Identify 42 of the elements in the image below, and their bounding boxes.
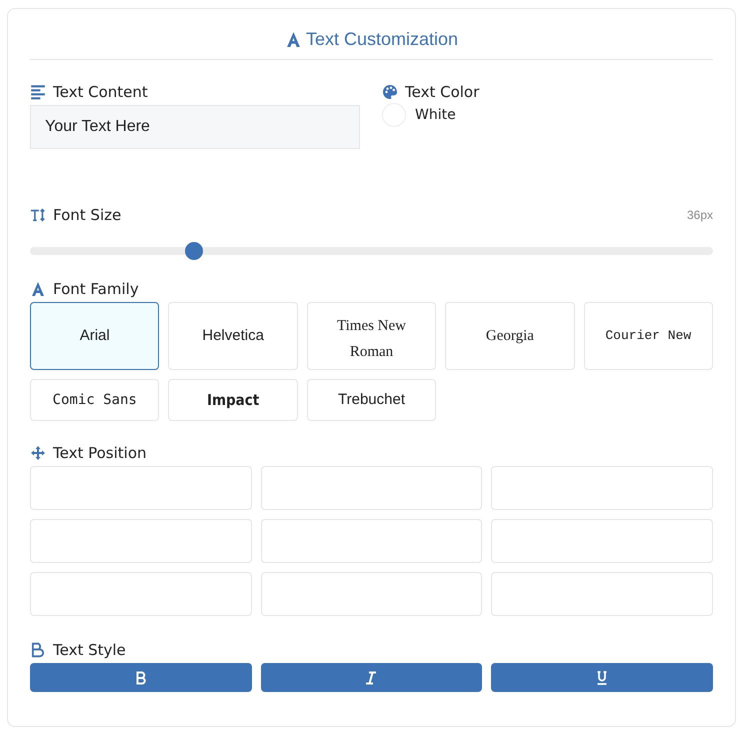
field-label: Text Color — [405, 83, 480, 101]
font-option[interactable]: Courier New — [584, 302, 713, 370]
style-button[interactable] — [491, 663, 713, 692]
palette-icon — [382, 84, 398, 100]
italic-icon — [365, 670, 378, 684]
size-reading: 36px — [686, 208, 713, 222]
field-label: Font Family — [53, 280, 139, 298]
font-option[interactable]: Impact — [168, 379, 298, 421]
panel-title: Text Customization — [306, 29, 458, 50]
font-option[interactable]: Helvetica — [168, 302, 298, 370]
slider-thumb[interactable] — [184, 242, 203, 260]
position-cell[interactable] — [30, 572, 252, 616]
style-button[interactable] — [30, 663, 252, 692]
field-label: Font Size — [53, 206, 122, 224]
font-option[interactable]: Trebuchet — [306, 379, 436, 421]
position-cell[interactable] — [260, 519, 482, 563]
position-cell[interactable] — [30, 466, 252, 510]
position-cell[interactable] — [30, 519, 252, 563]
field-label: Text Content — [53, 83, 148, 101]
text-height-icon — [30, 207, 46, 223]
color-name: White — [415, 107, 456, 123]
font-option[interactable]: Times New Roman — [306, 302, 436, 370]
position-cell[interactable] — [260, 466, 482, 510]
font-option[interactable]: Arial — [30, 302, 160, 370]
style-button[interactable] — [260, 663, 482, 692]
underline-icon — [596, 670, 608, 684]
letter-a-icon — [30, 281, 46, 297]
bold-icon — [134, 670, 147, 684]
field-label: Text Position — [53, 444, 147, 462]
position-cell[interactable] — [491, 519, 713, 563]
position-cell[interactable] — [260, 572, 482, 616]
text-input[interactable]: Your Text Here — [30, 105, 360, 149]
field-label: Text Style — [53, 641, 126, 659]
align-left-icon — [30, 84, 46, 100]
font-option[interactable]: Georgia — [445, 302, 575, 370]
size-slider[interactable] — [30, 242, 713, 260]
position-cell[interactable] — [491, 572, 713, 616]
move-icon — [30, 445, 46, 461]
bold-icon — [30, 642, 46, 658]
font-option[interactable]: Comic Sans — [30, 379, 160, 421]
letter-a-icon — [284, 31, 302, 48]
position-cell[interactable] — [491, 466, 713, 510]
